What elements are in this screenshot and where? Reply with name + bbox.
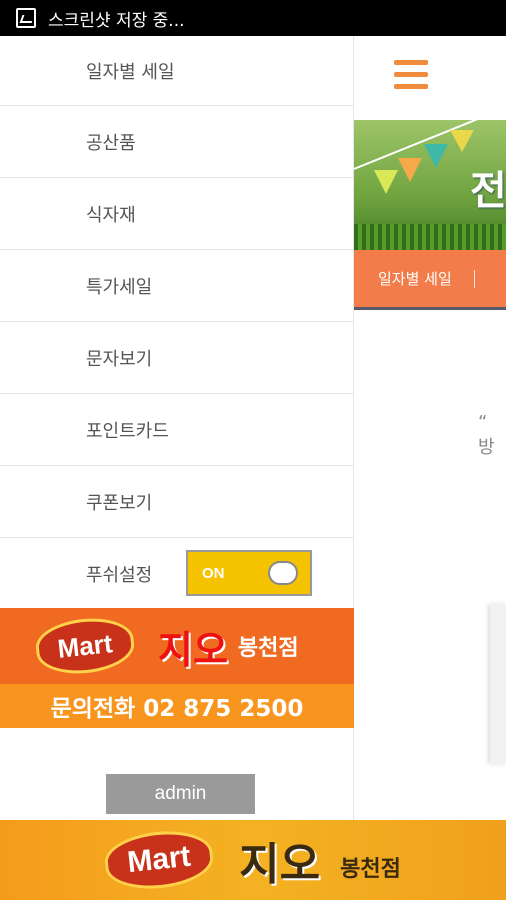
- admin-button[interactable]: admin: [106, 774, 255, 814]
- mart-logo: Mart: [102, 826, 216, 894]
- main-content: 전 일자별 세일 “ 방: [354, 36, 506, 820]
- push-toggle[interactable]: ON: [186, 550, 312, 596]
- menu-item-label: 일자별 세일: [86, 61, 175, 83]
- navigation-drawer: 일자별 세일 공산품 식자재 특가세일 문자보기 포인트카드 쿠폰보기 푸쉬설정…: [0, 36, 354, 820]
- bunting-flag: [398, 158, 422, 182]
- tab-daily-sale[interactable]: 일자별 세일: [378, 268, 452, 289]
- product-image: [490, 604, 506, 764]
- grass: [354, 224, 506, 250]
- menu-item-daily-sale[interactable]: 일자별 세일: [0, 36, 353, 106]
- footer-store-name: 지오: [239, 839, 321, 890]
- menu-item-label: 쿠폰보기: [86, 492, 153, 514]
- store-logo-row: Mart 지오 봉천점: [0, 608, 354, 684]
- toggle-knob: [268, 561, 298, 585]
- menu-item-special-sale[interactable]: 특가세일: [0, 250, 353, 322]
- store-name: 지오: [158, 627, 228, 672]
- bunting-flag: [450, 130, 474, 152]
- status-bar: 스크린샷 저장 중...: [0, 0, 506, 36]
- bunting-flag: [424, 144, 448, 168]
- menu-item-coupons[interactable]: 쿠폰보기: [0, 466, 353, 538]
- toggle-state-label: ON: [202, 564, 225, 582]
- footer-store-branch: 봉천점: [340, 857, 401, 882]
- menu-item-label: 포인트카드: [86, 420, 169, 442]
- menu-item-messages[interactable]: 문자보기: [0, 322, 353, 394]
- store-phone[interactable]: 문의전화 02 875 2500: [0, 684, 354, 728]
- promo-banner: 전: [354, 120, 506, 250]
- menu-item-point-card[interactable]: 포인트카드: [0, 394, 353, 466]
- screenshot-icon: [16, 8, 36, 28]
- menu-item-food-ingredients[interactable]: 식자재: [0, 178, 353, 250]
- tab-divider: [473, 269, 475, 288]
- push-settings-row: 푸쉬설정 ON: [0, 538, 353, 610]
- menu-item-industrial-goods[interactable]: 공산품: [0, 106, 353, 178]
- push-settings-label: 푸쉬설정: [86, 565, 153, 586]
- store-branch: 봉천점: [237, 636, 299, 661]
- menu-item-label: 특가세일: [86, 276, 153, 298]
- category-tab-bar: 일자별 세일: [354, 250, 506, 310]
- menu-item-label: 문자보기: [86, 348, 153, 370]
- bunting-flag: [374, 170, 398, 194]
- status-text: 스크린샷 저장 중...: [48, 10, 185, 31]
- mart-logo: Mart: [33, 614, 137, 678]
- hamburger-menu-icon[interactable]: [394, 60, 428, 92]
- store-info-banner: Mart 지오 봉천점 문의전화 02 875 2500: [0, 608, 354, 728]
- menu-item-label: 공산품: [86, 132, 136, 154]
- quote-text: “ 방: [478, 412, 495, 458]
- footer-banner: Mart 지오 봉천점: [0, 820, 506, 900]
- menu-item-label: 식자재: [86, 204, 136, 226]
- banner-title: 전: [470, 168, 506, 214]
